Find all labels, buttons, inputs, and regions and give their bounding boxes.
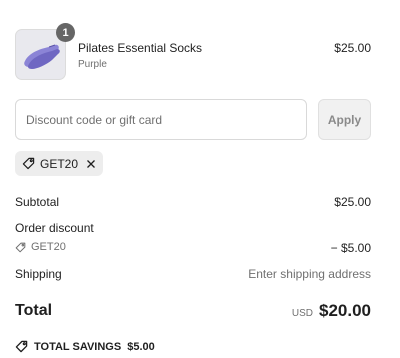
product-variant: Purple	[78, 59, 107, 70]
tag-icon	[15, 340, 28, 353]
quantity-badge: 1	[56, 23, 75, 42]
tag-icon	[22, 157, 35, 170]
discount-code-input[interactable]	[15, 99, 307, 140]
total-amount-group: USD $20.00	[292, 301, 371, 321]
applied-discount-chip: GET20	[15, 151, 104, 176]
apply-button[interactable]: Apply	[318, 99, 371, 140]
total-savings: TOTAL SAVINGS $5.00	[15, 340, 155, 353]
sock-image	[24, 44, 60, 69]
line-item: 1 Pilates Essential Socks Purple $25.00	[15, 23, 371, 80]
savings-value: $5.00	[127, 340, 155, 353]
order-discount-label: Order discount	[15, 221, 94, 235]
discount-code-row: GET20 − $5.00	[15, 241, 371, 255]
savings-label: TOTAL SAVINGS	[34, 340, 122, 353]
shipping-label: Shipping	[15, 267, 62, 281]
subtotal-label: Subtotal	[15, 195, 60, 209]
shipping-value: Enter shipping address	[248, 267, 371, 281]
product-name: Pilates Essential Socks	[78, 41, 203, 55]
applied-code-label: GET20	[40, 156, 79, 171]
shipping-row: Shipping Enter shipping address	[15, 267, 371, 281]
subtotal-row: Subtotal $25.00	[15, 195, 371, 209]
product-price: $25.00	[334, 41, 371, 55]
total-amount: $20.00	[319, 301, 371, 320]
remove-discount-icon[interactable]	[86, 159, 96, 169]
discount-code-label: GET20	[31, 241, 66, 253]
product-thumbnail: 1	[15, 23, 75, 80]
discount-value: − $5.00	[330, 241, 371, 255]
total-label: Total	[15, 302, 53, 319]
subtotal-value: $25.00	[334, 195, 371, 209]
order-discount-row: Order discount	[15, 221, 371, 235]
tag-icon	[15, 242, 26, 253]
currency-code: USD	[291, 308, 313, 319]
